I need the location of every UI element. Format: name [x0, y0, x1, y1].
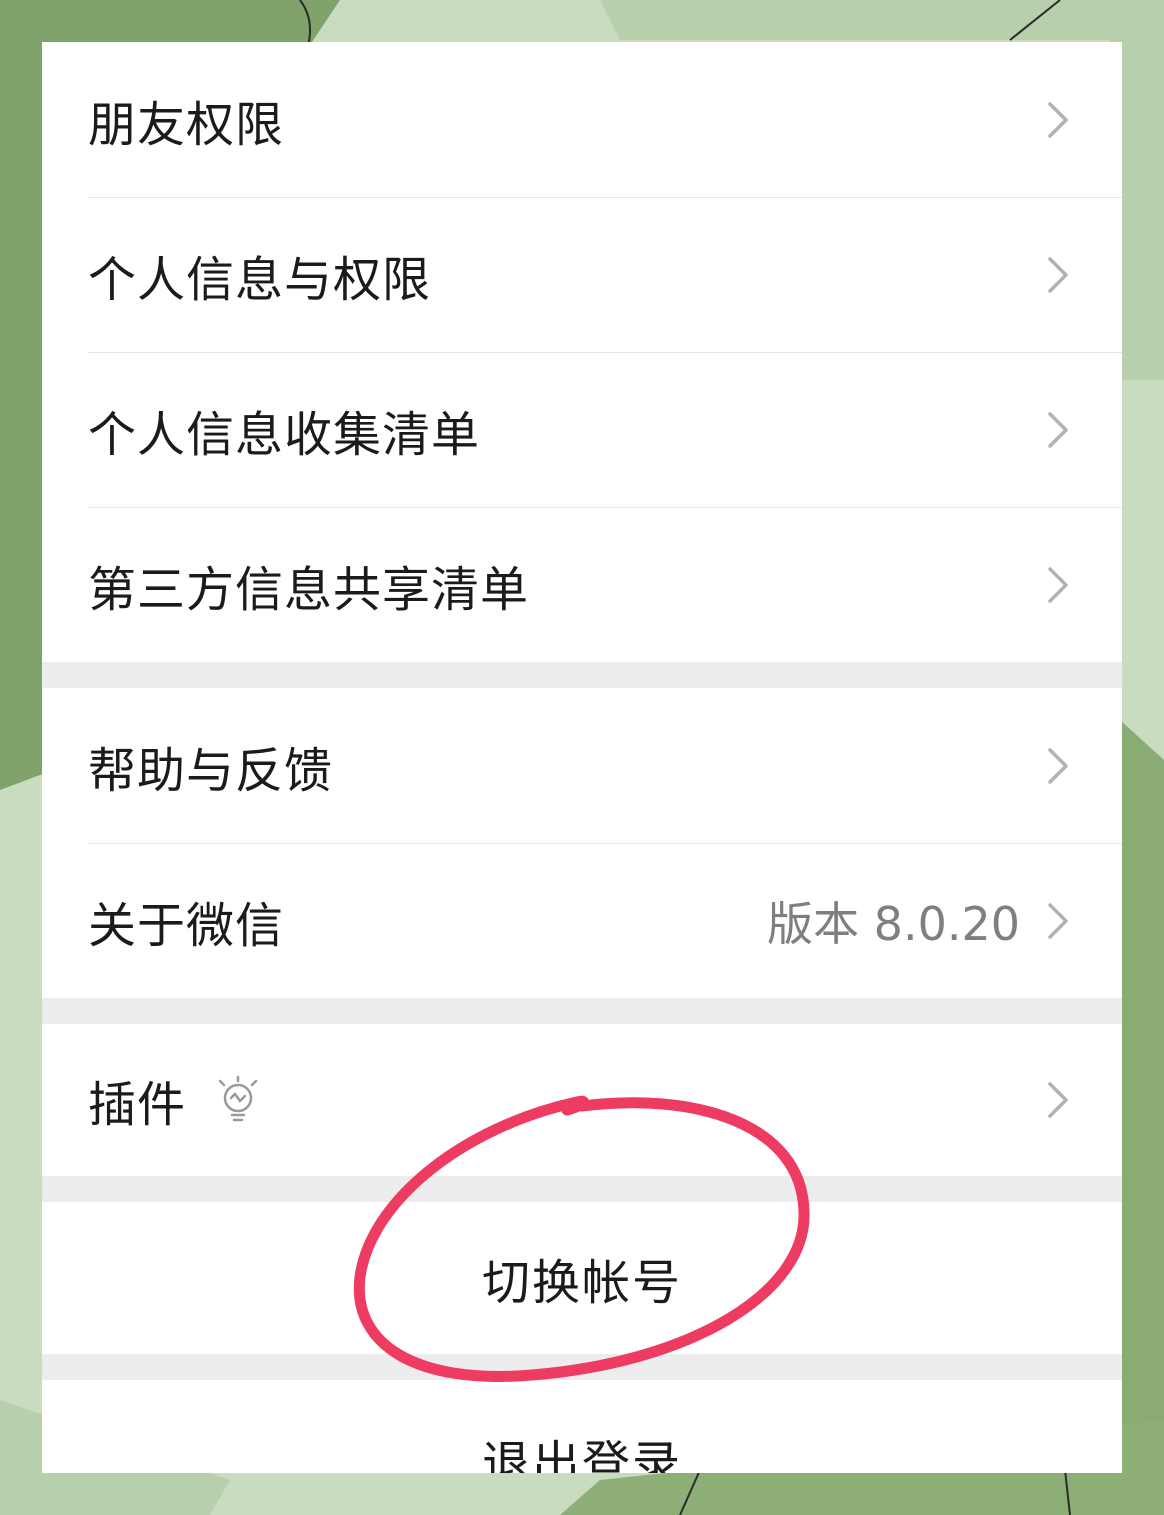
menu-item-about-wechat[interactable]: 关于微信 版本 8.0.20: [42, 843, 1122, 998]
switch-account-label: 切换帐号: [481, 1255, 682, 1311]
chevron-right-icon: [1048, 566, 1068, 603]
chevron-right-icon: [1048, 902, 1068, 939]
chevron-right-icon: [1048, 411, 1068, 448]
menu-item-label: 关于微信: [88, 897, 285, 954]
menu-item-label: 帮助与反馈: [88, 742, 334, 799]
version-value: 版本 8.0.20: [767, 896, 1020, 951]
section-divider: [42, 1176, 1122, 1202]
chevron-right-icon: [1048, 1082, 1068, 1118]
settings-group-plugins: 插件: [42, 1024, 1122, 1176]
menu-item-personal-info-permissions[interactable]: 个人信息与权限: [42, 197, 1122, 352]
settings-group-help-about: 帮助与反馈 关于微信 版本 8.0.20: [42, 688, 1122, 998]
menu-item-label: 第三方信息共享清单: [88, 561, 530, 618]
menu-item-label: 个人信息收集清单: [88, 406, 481, 463]
logout-label: 退出登录: [481, 1436, 682, 1473]
menu-item-label: 朋友权限: [88, 96, 285, 153]
settings-panel: 朋友权限 个人信息与权限 个人信息收集清单 第三方信息共享清单 帮助与反馈 关于…: [42, 42, 1122, 1473]
chevron-right-icon: [1048, 747, 1068, 784]
menu-item-plugins[interactable]: 插件: [42, 1024, 1122, 1176]
section-divider: [42, 662, 1122, 688]
chevron-right-icon: [1048, 101, 1068, 138]
menu-item-friend-permissions[interactable]: 朋友权限: [42, 42, 1122, 197]
lightbulb-icon: [218, 1075, 258, 1122]
switch-account-button[interactable]: 切换帐号: [42, 1202, 1122, 1354]
menu-item-help-feedback[interactable]: 帮助与反馈: [42, 688, 1122, 843]
menu-item-label: 个人信息与权限: [88, 251, 432, 308]
chevron-right-icon: [1048, 256, 1068, 293]
section-divider: [42, 1354, 1122, 1380]
menu-item-personal-info-collection[interactable]: 个人信息收集清单: [42, 352, 1122, 507]
menu-item-label: 插件: [88, 1077, 187, 1133]
menu-item-third-party-sharing[interactable]: 第三方信息共享清单: [42, 507, 1122, 662]
settings-group-privacy: 朋友权限 个人信息与权限 个人信息收集清单 第三方信息共享清单: [42, 42, 1122, 662]
logout-button[interactable]: 退出登录: [42, 1380, 1122, 1473]
section-divider: [42, 998, 1122, 1024]
